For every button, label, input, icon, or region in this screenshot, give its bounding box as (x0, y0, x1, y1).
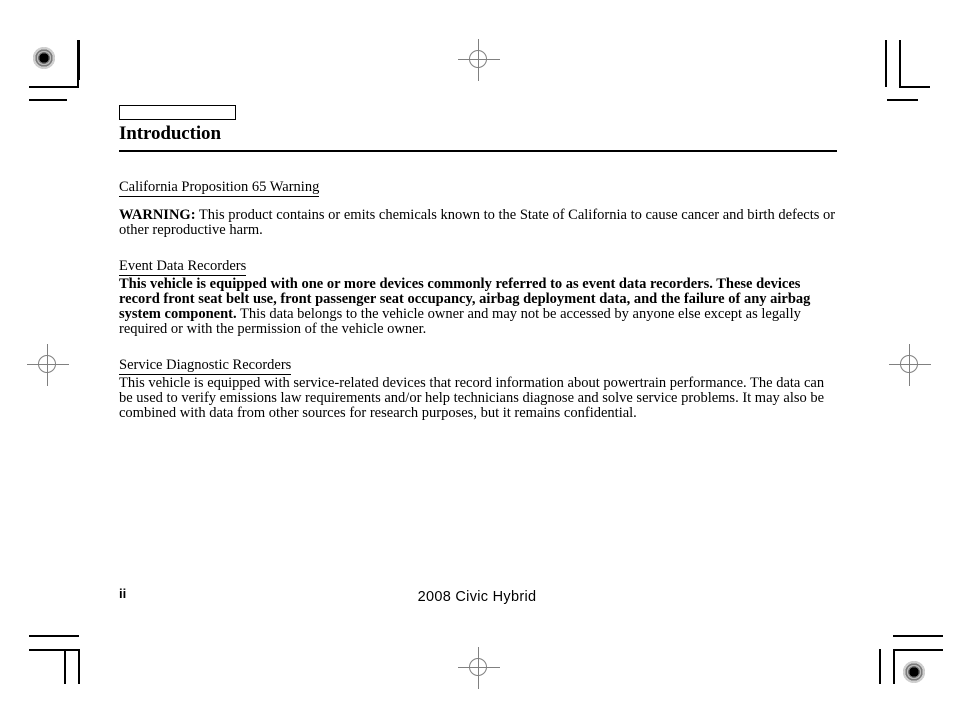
crop-mark-bottom-left-v1 (64, 649, 66, 684)
crop-mark-top-left-v2 (78, 40, 80, 80)
section-proposition-65: California Proposition 65 Warning WARNIN… (119, 178, 837, 239)
paragraph-text: This product contains or emits chemicals… (119, 207, 836, 239)
crop-mark-top-right-v1 (885, 40, 887, 87)
registration-crosshair-left-icon (25, 342, 71, 388)
crop-mark-bottom-left-h2 (29, 649, 79, 651)
footer-model-name: 2008 Civic Hybrid (417, 589, 537, 605)
section-service-diagnostic-recorders: Service Diagnostic Recorders This vehicl… (119, 356, 837, 422)
crop-mark-top-right-h1 (899, 86, 930, 88)
section-tab-box (119, 105, 236, 120)
registration-crosshair-right-icon (887, 342, 933, 388)
page-body: California Proposition 65 Warning WARNIN… (119, 178, 837, 422)
crop-mark-bottom-right-h1 (893, 635, 943, 637)
crop-mark-bottom-right-h2 (893, 649, 943, 651)
crop-mark-top-right-h2 (887, 99, 918, 101)
section-paragraph: WARNING: This product contains or emits … (119, 207, 837, 239)
section-event-data-recorders: Event Data Recorders This vehicle is equ… (119, 257, 837, 338)
crop-mark-bottom-left-v2 (78, 649, 80, 684)
section-paragraph: This vehicle is equipped with service-re… (119, 374, 837, 422)
crop-mark-top-left-v1 (77, 40, 79, 87)
crop-mark-bottom-right-v2 (893, 649, 895, 684)
section-paragraph: This vehicle is equipped with one or mor… (119, 276, 837, 338)
page-title: Introduction (119, 123, 221, 144)
crop-mark-bottom-right-v1 (879, 649, 881, 684)
crop-mark-top-left-h2 (29, 99, 67, 101)
crop-mark-top-right-v2 (899, 40, 901, 87)
section-heading: California Proposition 65 Warning (119, 179, 320, 197)
section-heading: Service Diagnostic Recorders (119, 356, 292, 375)
paragraph-text: This vehicle is equipped with service-re… (119, 374, 825, 422)
registration-target-bottom-right-icon (903, 661, 925, 683)
crop-mark-bottom-left-h1 (29, 635, 79, 637)
title-divider-rule (119, 150, 837, 152)
paragraph-lead-bold: WARNING: (119, 207, 196, 223)
registration-target-top-left-icon (33, 47, 55, 69)
section-heading: Event Data Recorders (119, 257, 247, 276)
crop-mark-top-left-h1 (29, 86, 79, 88)
